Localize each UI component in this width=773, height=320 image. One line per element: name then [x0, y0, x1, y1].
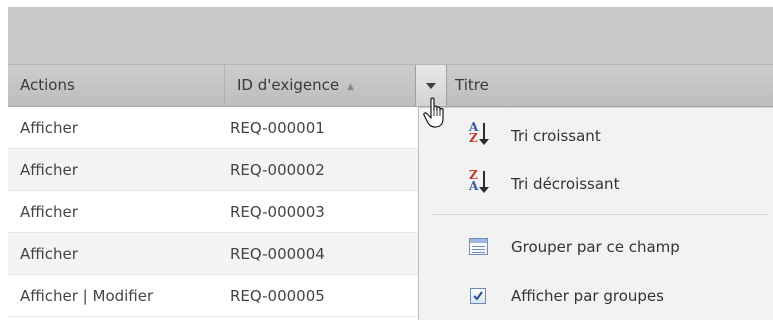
- menu-item-label: Afficher par groupes: [511, 287, 664, 305]
- menu-item-sort-descending[interactable]: ZA Tri décroissant: [419, 162, 773, 206]
- table-row: Afficher | Modifier REQ-000005: [8, 275, 418, 317]
- menu-item-show-in-groups[interactable]: Afficher par groupes: [419, 274, 773, 318]
- hand-pointer-icon: [423, 97, 444, 128]
- menu-item-label: Tri décroissant: [511, 175, 620, 193]
- row-req-id: REQ-000001: [230, 119, 325, 137]
- row-actions-link[interactable]: Afficher: [20, 107, 78, 149]
- sort-descending-icon: ZA: [469, 169, 499, 200]
- chevron-down-icon: [426, 82, 436, 89]
- row-actions-link[interactable]: Afficher: [20, 149, 78, 191]
- row-actions-link[interactable]: Afficher: [20, 233, 78, 275]
- menu-item-label: Tri croissant: [511, 127, 601, 145]
- grid-body: Afficher REQ-000001 Afficher REQ-000002 …: [8, 107, 418, 317]
- column-header-req-id[interactable]: ID d'exigence ▲: [225, 65, 415, 106]
- row-actions-link[interactable]: Afficher: [20, 191, 78, 233]
- menu-item-sort-ascending[interactable]: AZ Tri croissant: [419, 114, 773, 158]
- column-header-label: Actions: [20, 76, 75, 94]
- grid-header: Actions ID d'exigence ▲ Titre: [8, 64, 773, 107]
- checkbox-checked-icon[interactable]: [470, 288, 486, 304]
- table-row: Afficher REQ-000004: [8, 233, 418, 275]
- table-row: Afficher REQ-000003: [8, 191, 418, 233]
- menu-item-label: Grouper par ce champ: [511, 238, 680, 256]
- row-req-id: REQ-000005: [230, 287, 325, 305]
- column-header-label: Titre: [455, 76, 489, 94]
- row-actions-link[interactable]: Afficher | Modifier: [20, 275, 153, 317]
- sort-ascending-indicator-icon: ▲: [347, 82, 355, 92]
- sort-ascending-icon: AZ: [469, 121, 499, 152]
- column-header-actions[interactable]: Actions: [8, 65, 225, 106]
- menu-separator: [433, 214, 768, 215]
- group-by-icon: [469, 238, 488, 255]
- row-req-id: REQ-000004: [230, 245, 325, 263]
- grid-toolbar: [8, 7, 773, 64]
- column-context-menu: AZ Tri croissant ZA Tri décroissant Grou…: [418, 107, 773, 320]
- menu-item-group-by-field[interactable]: Grouper par ce champ: [419, 225, 773, 269]
- table-row: Afficher REQ-000001: [8, 107, 418, 149]
- row-req-id: REQ-000002: [230, 161, 325, 179]
- column-header-label: ID d'exigence: [237, 76, 340, 94]
- column-header-title[interactable]: Titre: [447, 65, 773, 106]
- row-req-id: REQ-000003: [230, 203, 325, 221]
- table-row: Afficher REQ-000002: [8, 149, 418, 191]
